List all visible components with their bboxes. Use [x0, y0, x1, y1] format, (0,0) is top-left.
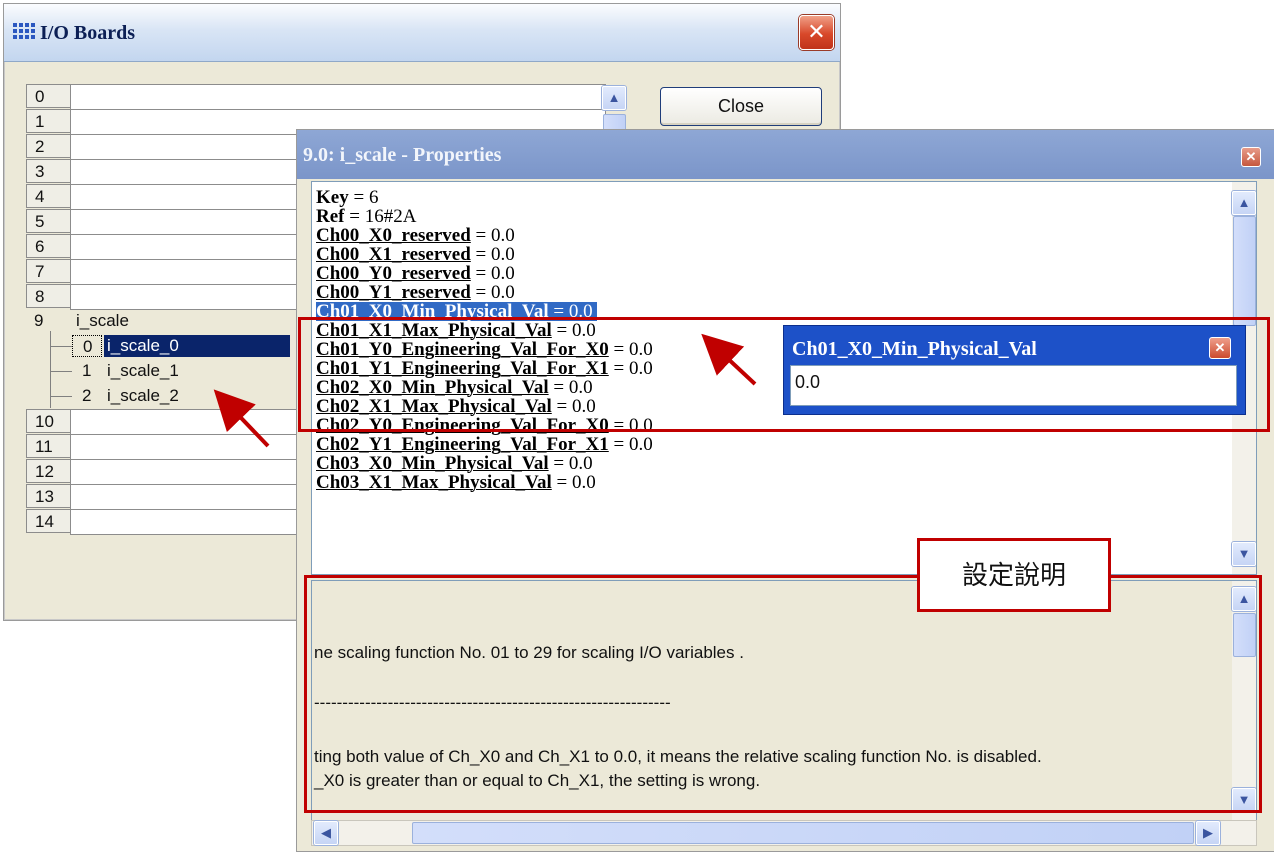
arrow-icon [701, 333, 757, 386]
annotation-arrows [213, 333, 757, 448]
arrow-icon [213, 389, 270, 448]
